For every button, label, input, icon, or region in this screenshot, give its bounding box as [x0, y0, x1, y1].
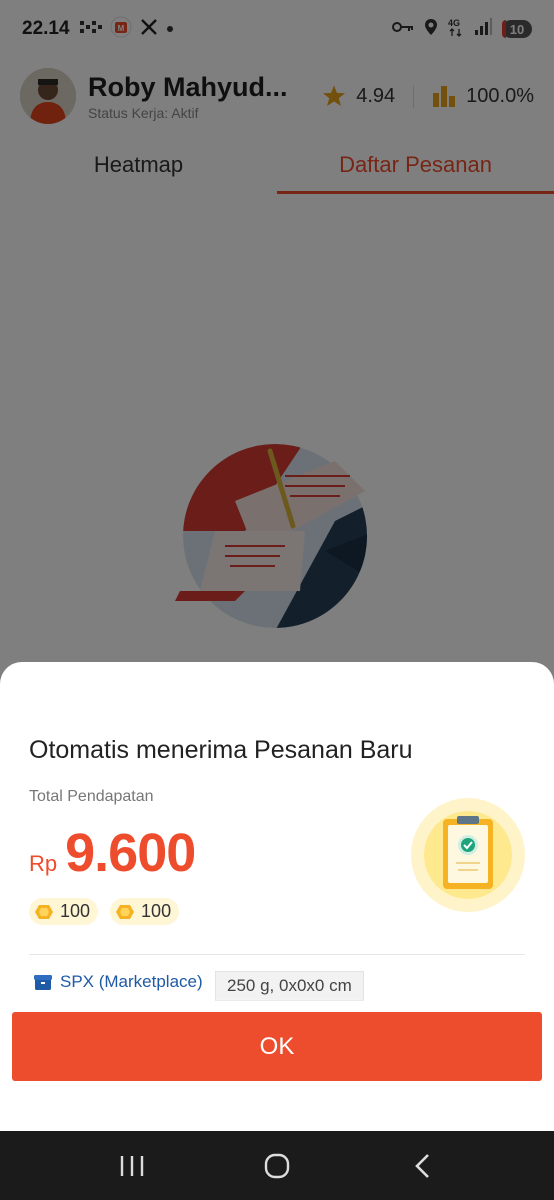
coin-badges: 100 100 [29, 898, 180, 925]
currency-label: Rp [29, 851, 58, 876]
scroll-fade [0, 998, 554, 1008]
recent-apps-button[interactable] [102, 1141, 162, 1191]
income-amount: Rp 9.600 [29, 822, 196, 884]
back-icon [414, 1153, 429, 1178]
clipboard-check-icon [411, 798, 525, 912]
coin-badge: 100 [29, 898, 99, 925]
package-icon [34, 974, 52, 990]
home-button[interactable] [247, 1141, 307, 1191]
coin-value: 100 [60, 901, 91, 921]
service-label: SPX (Marketplace) [60, 972, 203, 991]
home-icon [264, 1153, 290, 1178]
divider [29, 954, 525, 955]
coin-badge: 100 [110, 898, 180, 925]
coin-icon [35, 904, 53, 919]
back-button[interactable] [392, 1141, 452, 1191]
sheet-title: Otomatis menerima Pesanan Baru [29, 736, 413, 764]
new-order-sheet: Otomatis menerima Pesanan Baru Total Pen… [0, 662, 554, 1131]
recent-apps-icon [121, 1155, 144, 1176]
income-label: Total Pendapatan [29, 788, 154, 805]
package-dimensions: 250 g, 0x0x0 cm [215, 971, 364, 1001]
ok-button[interactable]: OK [12, 1012, 542, 1081]
coin-value: 100 [141, 901, 172, 921]
system-nav-bar [0, 1131, 554, 1200]
service-type: SPX (Marketplace) [34, 972, 203, 992]
coin-icon [116, 904, 135, 919]
amount-value: 9.600 [65, 823, 196, 883]
